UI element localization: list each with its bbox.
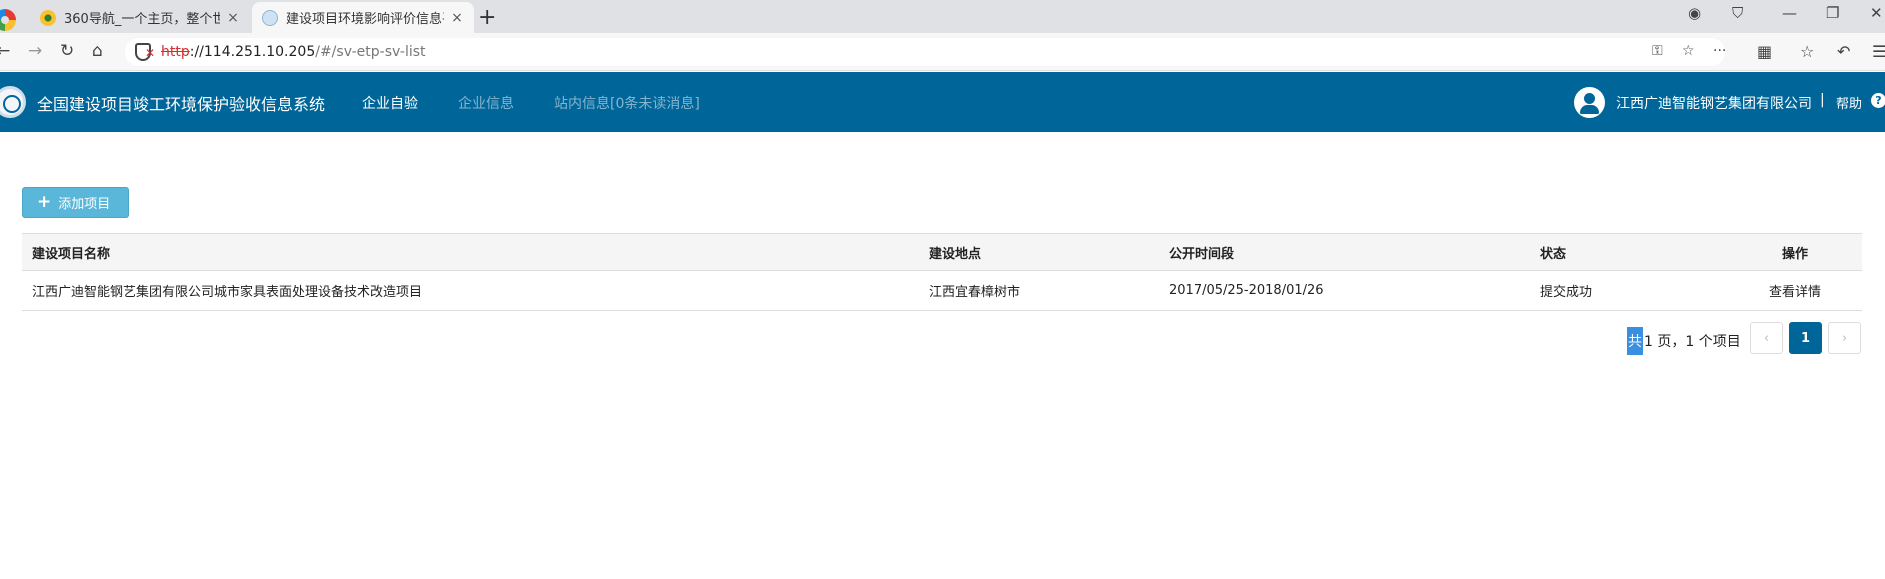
project-name-cell: 江西广迪智能钢艺集团有限公司城市家具表面处理设备技术改造项目 bbox=[32, 285, 423, 300]
tab-favicon-icon bbox=[262, 9, 278, 26]
nav-inbox[interactable]: 站内信息[0条未读消息] bbox=[554, 93, 700, 113]
skin-icon[interactable]: ⛉ bbox=[1732, 4, 1743, 22]
user-avatar-icon[interactable] bbox=[1574, 87, 1605, 118]
column-header-location: 建设地点 bbox=[929, 246, 982, 262]
home-icon[interactable]: ⌂ bbox=[92, 41, 103, 61]
page-1-button[interactable]: 1 bbox=[1789, 322, 1822, 354]
pagination-summary-text: 1 页，1 个项目 bbox=[1644, 334, 1741, 350]
pagination-summary: 共 1 页，1 个项目 bbox=[1627, 327, 1741, 355]
browser-toolbar: ← → ↻ ⌂ ✕ http://114.251.10.205/#/sv-etp… bbox=[0, 33, 1885, 71]
column-header-name: 建设项目名称 bbox=[32, 246, 111, 262]
project-period-cell: 2017/05/25-2018/01/26 bbox=[1169, 283, 1324, 298]
table-header: 建设项目名称 建设地点 公开时间段 状态 操作 bbox=[22, 233, 1862, 271]
plus-icon: + bbox=[37, 192, 52, 212]
url-path: /#/sv-etp-sv-list bbox=[315, 44, 426, 60]
browser-account-icon[interactable]: ◉ bbox=[1688, 4, 1701, 22]
close-window-icon[interactable]: ✕ bbox=[1870, 4, 1883, 22]
project-table: 建设项目名称 建设地点 公开时间段 状态 操作 江西广迪智能钢艺集团有限公司城市… bbox=[22, 233, 1862, 311]
pagination-prefix: 共 bbox=[1627, 327, 1643, 355]
new-tab-icon[interactable]: + bbox=[478, 5, 496, 30]
column-header-period: 公开时间段 bbox=[1169, 246, 1235, 262]
emblem-logo-icon bbox=[0, 86, 26, 118]
project-location-cell: 江西宜春樟树市 bbox=[929, 285, 1021, 300]
company-name[interactable]: 江西广迪智能钢艺集团有限公司 bbox=[1616, 93, 1812, 113]
header-separator: | bbox=[1820, 92, 1825, 108]
view-details-link[interactable]: 查看详情 bbox=[1760, 271, 1830, 310]
more-dots-icon[interactable]: ··· bbox=[1713, 43, 1726, 59]
url-host: ://114.251.10.205 bbox=[189, 44, 316, 60]
extensions-icon[interactable]: ▦ bbox=[1757, 42, 1772, 61]
project-status-cell: 提交成功 bbox=[1540, 285, 1593, 300]
column-header-status: 状态 bbox=[1540, 246, 1567, 262]
tab-360-nav[interactable]: 360导航_一个主页，整个世界 × bbox=[30, 2, 250, 33]
forward-arrow-icon[interactable]: → bbox=[28, 41, 42, 61]
tab-favicon-icon bbox=[40, 9, 56, 26]
nav-company-info[interactable]: 企业信息 bbox=[458, 93, 514, 113]
browser-logo-icon[interactable] bbox=[0, 9, 16, 31]
tab-close-icon[interactable]: × bbox=[226, 10, 240, 26]
minimize-icon[interactable]: — bbox=[1782, 4, 1797, 22]
key-icon[interactable]: ⚿ bbox=[1652, 43, 1663, 59]
help-icon[interactable]: ? bbox=[1871, 93, 1885, 108]
back-arrow-icon[interactable]: ← bbox=[0, 41, 10, 61]
browser-tab-bar: 360导航_一个主页，整个世界 × 建设项目环境影响评价信息平台 × + ◉ ⛉… bbox=[0, 0, 1885, 33]
app-header: 全国建设项目竣工环境保护验收信息系统 企业自验 企业信息 站内信息[0条未读消息… bbox=[0, 72, 1885, 132]
tab-close-icon[interactable]: × bbox=[450, 10, 464, 26]
insecure-x-icon: ✕ bbox=[145, 46, 156, 60]
add-project-label: 添加项目 bbox=[58, 197, 111, 212]
column-header-action: 操作 bbox=[1781, 246, 1808, 262]
tab-eia-platform[interactable]: 建设项目环境影响评价信息平台 × bbox=[252, 2, 474, 33]
next-page-button[interactable]: › bbox=[1828, 322, 1861, 354]
tab-title: 建设项目环境影响评价信息平台 bbox=[286, 12, 444, 27]
prev-page-button[interactable]: ‹ bbox=[1750, 322, 1783, 354]
nav-self-acceptance[interactable]: 企业自验 bbox=[362, 93, 418, 113]
url-text[interactable]: http://114.251.10.205/#/sv-etp-sv-list bbox=[161, 44, 426, 60]
help-link[interactable]: 帮助 bbox=[1836, 93, 1862, 112]
reload-icon[interactable]: ↻ bbox=[60, 41, 74, 61]
address-bar[interactable]: ✕ http://114.251.10.205/#/sv-etp-sv-list… bbox=[125, 38, 1726, 66]
tab-title: 360导航_一个主页，整个世界 bbox=[64, 12, 220, 27]
undo-icon[interactable]: ↶ bbox=[1837, 42, 1850, 61]
star-icon[interactable]: ☆ bbox=[1682, 43, 1695, 59]
restore-icon[interactable]: ❐ bbox=[1826, 4, 1839, 22]
favorites-list-icon[interactable]: ☆ bbox=[1800, 42, 1814, 61]
app-title: 全国建设项目竣工环境保护验收信息系统 bbox=[37, 95, 326, 114]
table-row: 江西广迪智能钢艺集团有限公司城市家具表面处理设备技术改造项目 江西宜春樟树市 2… bbox=[22, 271, 1862, 311]
menu-icon[interactable]: ☰ bbox=[1872, 42, 1885, 61]
add-project-button[interactable]: + 添加项目 bbox=[22, 187, 129, 218]
url-protocol: http bbox=[161, 44, 190, 60]
